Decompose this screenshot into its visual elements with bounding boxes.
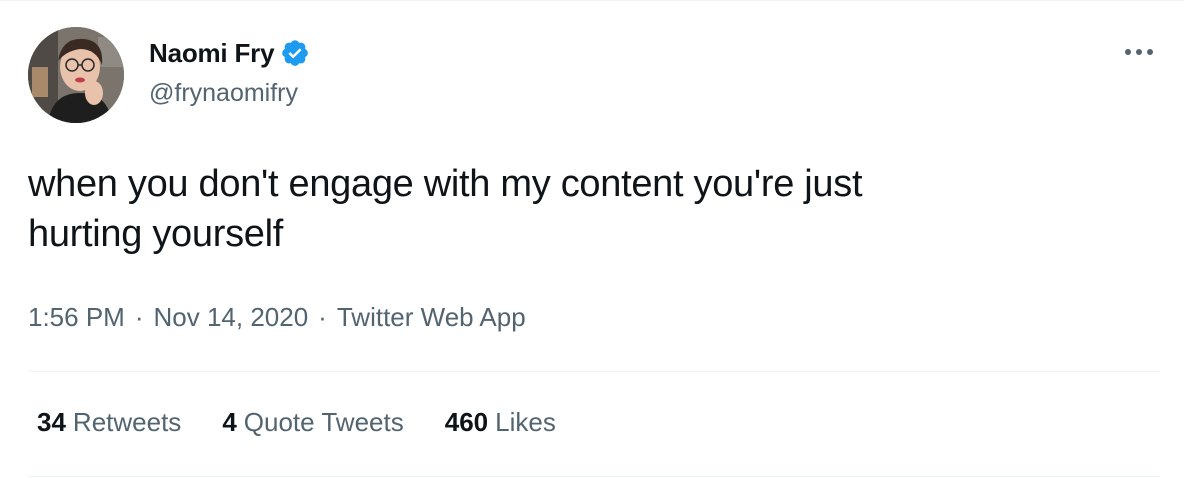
stat-label: Quote Tweets bbox=[243, 407, 404, 437]
stat-count: 4 bbox=[222, 407, 237, 437]
tweet-meta: 1:56 PM · Nov 14, 2020 · Twitter Web App bbox=[28, 302, 526, 333]
stat-count: 460 bbox=[444, 407, 489, 437]
divider bbox=[28, 476, 1160, 477]
more-horizontal-icon bbox=[1125, 49, 1153, 55]
author-handle[interactable]: @frynaomifry bbox=[149, 79, 298, 108]
meta-separator: · bbox=[134, 302, 144, 332]
engagement-stats: 34 Retweets 4 Quote Tweets 460 Likes bbox=[37, 407, 597, 438]
stat-count: 34 bbox=[37, 407, 66, 437]
stat-label: Likes bbox=[495, 407, 556, 437]
tweet-source[interactable]: Twitter Web App bbox=[337, 302, 526, 333]
more-options-button[interactable] bbox=[1116, 35, 1162, 69]
tweet-text-line: when you don't engage with my content yo… bbox=[28, 163, 863, 205]
stat-quote-tweets[interactable]: 4 Quote Tweets bbox=[222, 407, 403, 438]
tweet-time[interactable]: 1:56 PM bbox=[28, 302, 125, 333]
stat-retweets[interactable]: 34 Retweets bbox=[37, 407, 181, 438]
tweet-text-line: hurting yourself bbox=[28, 213, 284, 255]
stat-likes[interactable]: 460 Likes bbox=[445, 407, 556, 438]
meta-separator: · bbox=[318, 302, 327, 332]
divider bbox=[28, 371, 1160, 372]
avatar-photo-icon bbox=[28, 27, 124, 123]
verified-badge-icon bbox=[282, 40, 309, 66]
author-name[interactable]: Naomi Fry bbox=[149, 38, 275, 69]
avatar[interactable] bbox=[28, 27, 124, 123]
tweet-text: when you don't engage with my content yo… bbox=[28, 159, 1148, 259]
author-name-row[interactable]: Naomi Fry bbox=[149, 35, 310, 71]
stat-label: Retweets bbox=[72, 407, 182, 437]
tweet-card: Naomi Fry @frynaomifry when you don't en… bbox=[0, 0, 1184, 478]
tweet-date[interactable]: Nov 14, 2020 bbox=[154, 302, 309, 333]
